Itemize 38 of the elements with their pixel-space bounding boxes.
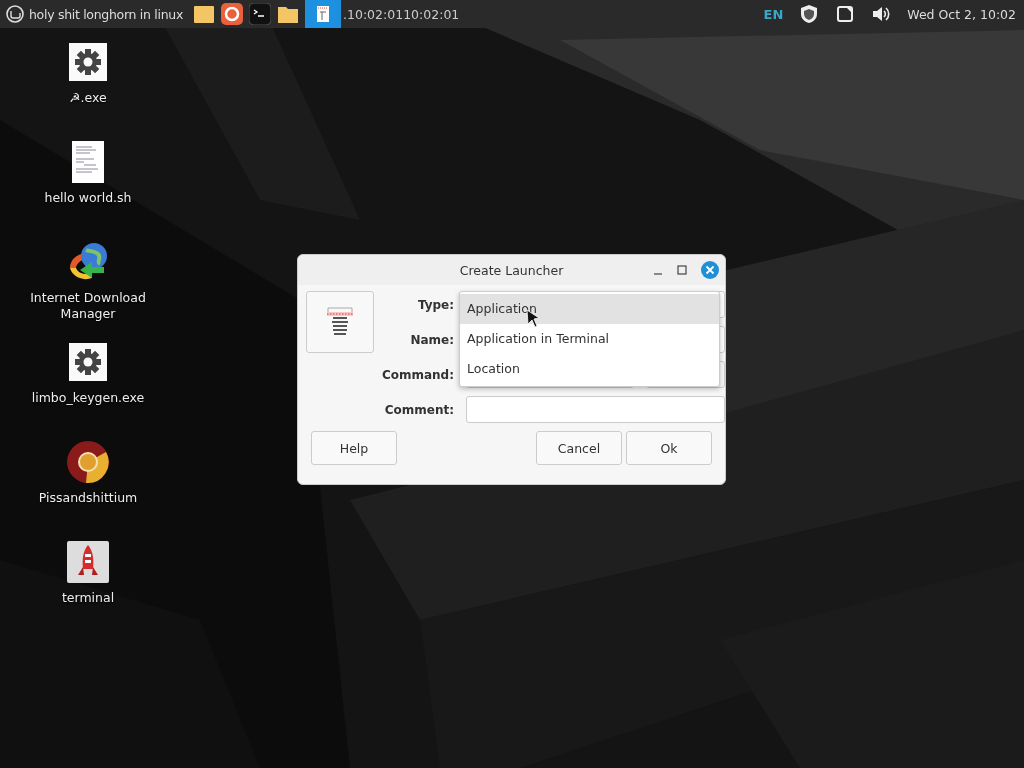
mint-logo-icon[interactable] (6, 5, 24, 23)
browser-icon[interactable] (66, 440, 110, 484)
launcher-icon-button[interactable] (306, 291, 374, 353)
shield-icon[interactable] (799, 4, 820, 24)
window-button-title[interactable]: .10:02:0110:02:01 (343, 6, 460, 22)
dialog-button[interactable]: Ok (626, 431, 712, 465)
dialog-button[interactable]: Cancel (536, 431, 622, 465)
icon-label[interactable]: ☭.exe (69, 90, 107, 106)
maximize-icon[interactable] (677, 265, 687, 275)
field-label: Type: (416, 297, 454, 312)
icon-label[interactable]: Pissandshittium (38, 490, 138, 506)
window-icon[interactable] (835, 4, 856, 24)
icon-label[interactable]: terminal (61, 590, 115, 606)
menu-item[interactable]: Location (460, 354, 719, 384)
menu-item[interactable]: Application in Terminal (460, 324, 719, 354)
comment-field[interactable] (466, 396, 725, 423)
close-icon[interactable] (701, 261, 719, 279)
window-button-icon[interactable] (305, 0, 342, 28)
icon-label[interactable]: hello world.sh (44, 190, 132, 206)
browser-icon[interactable] (221, 3, 244, 25)
help-button[interactable]: Help (311, 431, 397, 465)
icon-label[interactable]: limbo_keygen.exe (31, 390, 145, 406)
window-title: Create Launcher (459, 262, 564, 278)
keyboard-layout-indicator[interactable]: EN (763, 6, 784, 22)
field-label: Name: (409, 332, 454, 347)
gear-icon[interactable] (66, 340, 110, 384)
volume-icon[interactable] (871, 4, 892, 24)
clock[interactable]: Wed Oct 2, 10:02 (907, 6, 1016, 22)
icon-label[interactable]: Internet Download Manager (28, 290, 148, 322)
menu-label[interactable]: holy shit longhorn in linux (29, 6, 184, 22)
field-label: Command: (380, 367, 454, 382)
rocket-icon[interactable] (66, 540, 110, 584)
menu-item[interactable]: Application (460, 294, 719, 324)
field-label: Comment: (383, 402, 454, 417)
gear-icon[interactable] (66, 40, 110, 84)
folder-icon[interactable] (193, 3, 216, 25)
type-dropdown-menu[interactable]: Application Application in Terminal Location (459, 291, 720, 387)
terminal-icon[interactable] (249, 3, 272, 25)
